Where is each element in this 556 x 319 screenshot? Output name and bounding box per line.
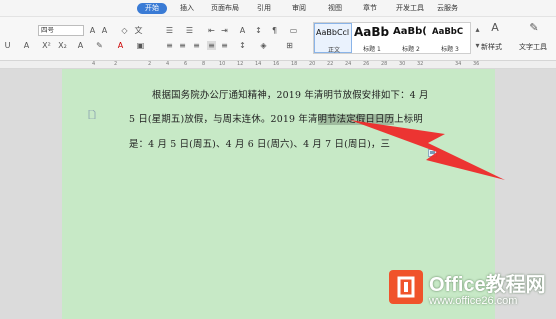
logo-title: Office教程网 [429, 274, 546, 296]
office-logo-icon [389, 270, 423, 304]
watermark-logo: Office教程网 www.office26.com [389, 268, 556, 314]
logo-url: www.office26.com [429, 295, 518, 307]
